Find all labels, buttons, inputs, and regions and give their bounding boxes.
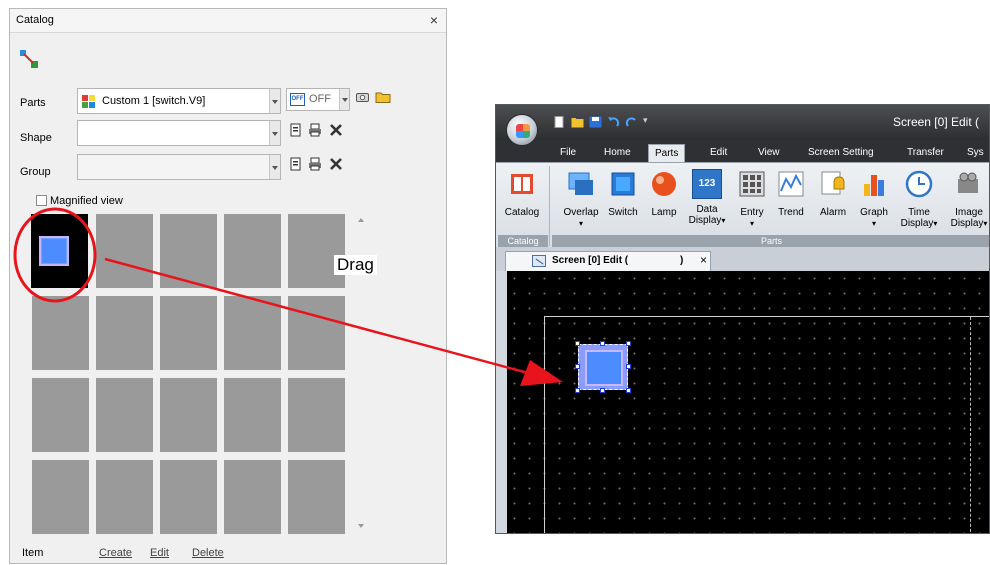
highlight-circle [13, 207, 97, 303]
drag-arrow-line [104, 257, 529, 375]
drag-arrow-head [520, 360, 563, 386]
app-menu-orb-icon[interactable] [506, 114, 538, 146]
drag-annotation-overlay [13, 207, 563, 386]
